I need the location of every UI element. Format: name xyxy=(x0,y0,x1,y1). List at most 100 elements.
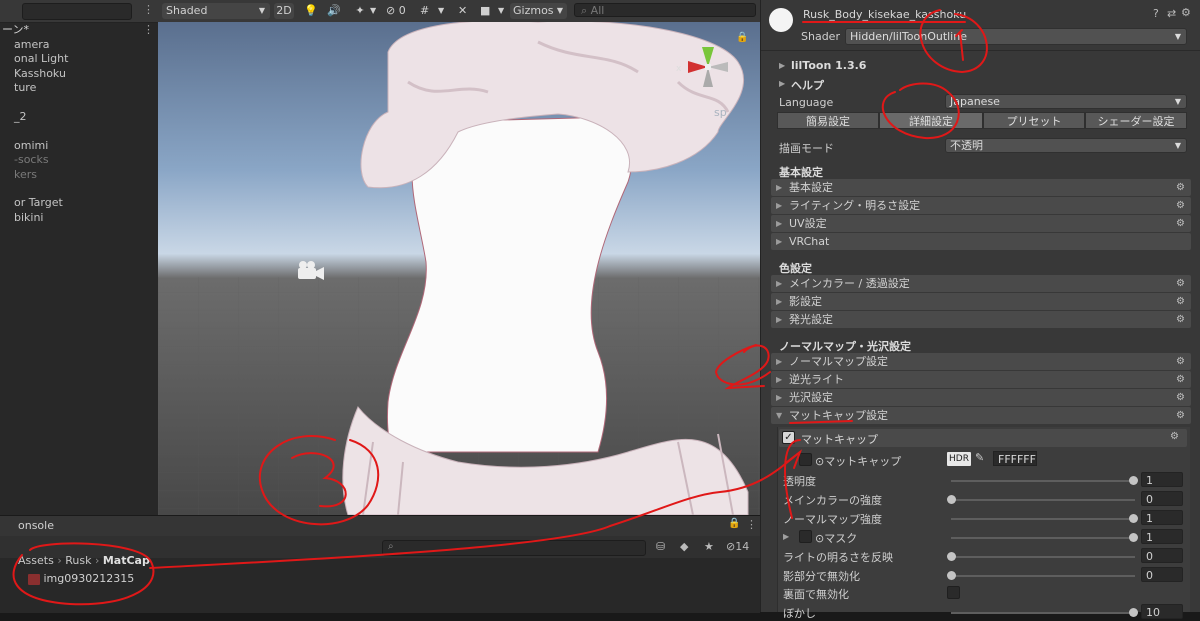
console-tab-label[interactable]: onsole xyxy=(18,519,54,532)
section-normal-0[interactable]: ▶ ノーマルマップ設定 ⚙ xyxy=(771,353,1191,370)
value-field[interactable]: 1 xyxy=(1141,528,1183,544)
camera-icon[interactable]: ■ xyxy=(480,3,500,19)
slider-track[interactable] xyxy=(951,498,1135,501)
hierarchy-item[interactable] xyxy=(0,123,172,138)
value-field[interactable]: 0 xyxy=(1141,566,1183,582)
backface-disable-checkbox[interactable] xyxy=(947,586,960,600)
slider-handle[interactable] xyxy=(947,494,956,504)
tab-advanced[interactable]: 詳細設定 xyxy=(879,112,983,129)
gear-icon[interactable]: ⚙ xyxy=(1176,408,1185,423)
draw-mode-dropdown[interactable]: Shaded ▼ xyxy=(162,3,270,19)
hierarchy-item[interactable]: omimi xyxy=(0,138,172,153)
matcap-toggle-row[interactable]: ✓ マットキャップ ⚙ xyxy=(779,429,1187,447)
hierarchy-item[interactable]: Kasshoku xyxy=(0,66,172,81)
section-normal-3[interactable]: ▼ マットキャップ設定 ⚙ xyxy=(771,407,1191,424)
hierarchy-search-input[interactable] xyxy=(22,3,132,20)
hidden-packages-toggle[interactable]: ⊘14 xyxy=(726,540,749,553)
camera-dropdown-icon[interactable]: ▼ xyxy=(498,3,504,19)
help-foldout[interactable]: ヘルプ xyxy=(791,77,824,93)
slider-handle[interactable] xyxy=(947,570,956,580)
section-basic-2[interactable]: ▶ UV設定 ⚙ xyxy=(771,215,1191,232)
hidden-objects-toggle[interactable]: ⊘ 0 xyxy=(386,3,420,19)
hierarchy-item[interactable]: or Target xyxy=(0,195,172,210)
language-dropdown[interactable]: Japanese ▼ xyxy=(945,94,1187,109)
section-basic-3[interactable]: ▶ VRChat xyxy=(771,233,1191,250)
slider-track[interactable] xyxy=(951,612,1135,615)
slider-track[interactable] xyxy=(951,480,1135,482)
lighting-icon[interactable]: 💡 xyxy=(304,3,318,19)
value-field[interactable]: 0 xyxy=(1141,547,1183,563)
hierarchy-item[interactable]: amera xyxy=(0,37,172,52)
eyedropper-icon[interactable]: ✎ xyxy=(975,451,984,464)
gear-icon[interactable]: ⚙ xyxy=(1181,6,1191,19)
matcap-enable-checkbox[interactable]: ✓ xyxy=(782,431,795,444)
tab-shader-settings[interactable]: シェーダー設定 xyxy=(1085,112,1187,129)
gear-icon[interactable]: ⚙ xyxy=(1176,354,1185,369)
mask-texture-slot[interactable] xyxy=(799,529,812,543)
section-normal-2[interactable]: ▶ 光沢設定 ⚙ xyxy=(771,389,1191,406)
matcap-texture-slot[interactable] xyxy=(799,453,812,466)
presets-icon[interactable]: ⇄ xyxy=(1167,7,1176,20)
gear-icon[interactable]: ⚙ xyxy=(1170,431,1179,442)
favorite-star-icon[interactable]: ★ xyxy=(704,540,714,553)
hierarchy-item[interactable] xyxy=(0,95,172,110)
expand-triangle-icon[interactable]: ▶ xyxy=(779,61,785,70)
slider-handle[interactable] xyxy=(1129,608,1138,618)
gizmos-dropdown[interactable]: Gizmos ▼ xyxy=(510,3,567,19)
render-mode-dropdown[interactable]: 不透明 ▼ xyxy=(945,138,1187,153)
hierarchy-item[interactable]: bikini xyxy=(0,210,172,225)
slider-track[interactable] xyxy=(951,555,1135,558)
slider-handle[interactable] xyxy=(1129,513,1138,523)
section-color-0[interactable]: ▶ メインカラー / 透過設定 ⚙ xyxy=(771,275,1191,292)
section-color-2[interactable]: ▶ 発光設定 ⚙ xyxy=(771,311,1191,328)
expand-triangle-icon[interactable]: ▶ xyxy=(783,532,789,541)
label-icon[interactable]: ◆ xyxy=(680,540,688,553)
gear-icon[interactable]: ⚙ xyxy=(1176,216,1185,231)
slider-track[interactable] xyxy=(951,574,1135,577)
hierarchy-item[interactable]: kers xyxy=(0,167,172,182)
slider-handle[interactable] xyxy=(947,551,956,561)
effects-dropdown-icon[interactable]: ▼ xyxy=(370,3,376,19)
hdr-badge[interactable]: HDR xyxy=(947,452,971,466)
breadcrumb-item-assets[interactable]: Assets xyxy=(18,554,54,567)
hierarchy-item[interactable]: -socks xyxy=(0,152,172,167)
scene-root-item[interactable]: ーン* ⋮ xyxy=(0,22,160,37)
hierarchy-item[interactable]: ture xyxy=(0,80,172,95)
tab-preset[interactable]: プリセット xyxy=(983,112,1085,129)
hierarchy-item[interactable] xyxy=(0,181,172,196)
gear-icon[interactable]: ⚙ xyxy=(1176,180,1185,195)
tools-icon[interactable]: ✕ xyxy=(458,3,472,19)
breadcrumb-item-matcap[interactable]: MatCap xyxy=(103,554,150,567)
asset-file-item[interactable]: img0930212315 xyxy=(28,572,134,585)
slider-track[interactable] xyxy=(951,517,1135,520)
section-basic-0[interactable]: ▶ 基本設定 ⚙ xyxy=(771,179,1191,196)
audio-icon[interactable]: 🔊 xyxy=(326,3,342,19)
filter-type-icon[interactable]: ⛁ xyxy=(656,540,665,553)
gear-icon[interactable]: ⚙ xyxy=(1176,390,1185,405)
grid-icon[interactable]: # xyxy=(420,3,438,19)
project-search-input[interactable]: ⌕ xyxy=(382,540,646,556)
effects-icon[interactable]: ✦ xyxy=(352,3,368,19)
expand-triangle-icon[interactable]: ▶ xyxy=(779,79,785,88)
help-icon[interactable]: ? xyxy=(1153,7,1159,20)
gear-icon[interactable]: ⚙ xyxy=(1176,294,1185,309)
section-normal-1[interactable]: ▶ 逆光ライト ⚙ xyxy=(771,371,1191,388)
scene-view[interactable]: x 🔒 sp xyxy=(158,22,760,515)
value-field[interactable]: 1 xyxy=(1141,509,1183,525)
section-color-1[interactable]: ▶ 影設定 ⚙ xyxy=(771,293,1191,310)
panel-menu-icon[interactable]: ⋮ xyxy=(746,518,757,531)
value-field[interactable]: 1 xyxy=(1141,472,1183,487)
gear-icon[interactable]: ⚙ xyxy=(1176,372,1185,387)
scene-search-input[interactable]: ⌕ All xyxy=(574,3,756,17)
gear-icon[interactable]: ⚙ xyxy=(1176,312,1185,327)
slider-track[interactable] xyxy=(951,536,1135,539)
hierarchy-item[interactable]: onal Light xyxy=(0,51,172,66)
tab-simple[interactable]: 簡易設定 xyxy=(777,112,879,129)
gear-icon[interactable]: ⚙ xyxy=(1176,198,1185,213)
section-basic-1[interactable]: ▶ ライティング・明るさ設定 ⚙ xyxy=(771,197,1191,214)
value-field[interactable]: 0 xyxy=(1141,490,1183,506)
shader-dropdown[interactable]: Hidden/lilToonOutline ▼ xyxy=(845,28,1187,45)
hierarchy-item[interactable]: _2 xyxy=(0,109,172,124)
hierarchy-menu-icon[interactable]: ⋮ xyxy=(143,3,154,16)
slider-handle[interactable] xyxy=(1129,532,1138,542)
